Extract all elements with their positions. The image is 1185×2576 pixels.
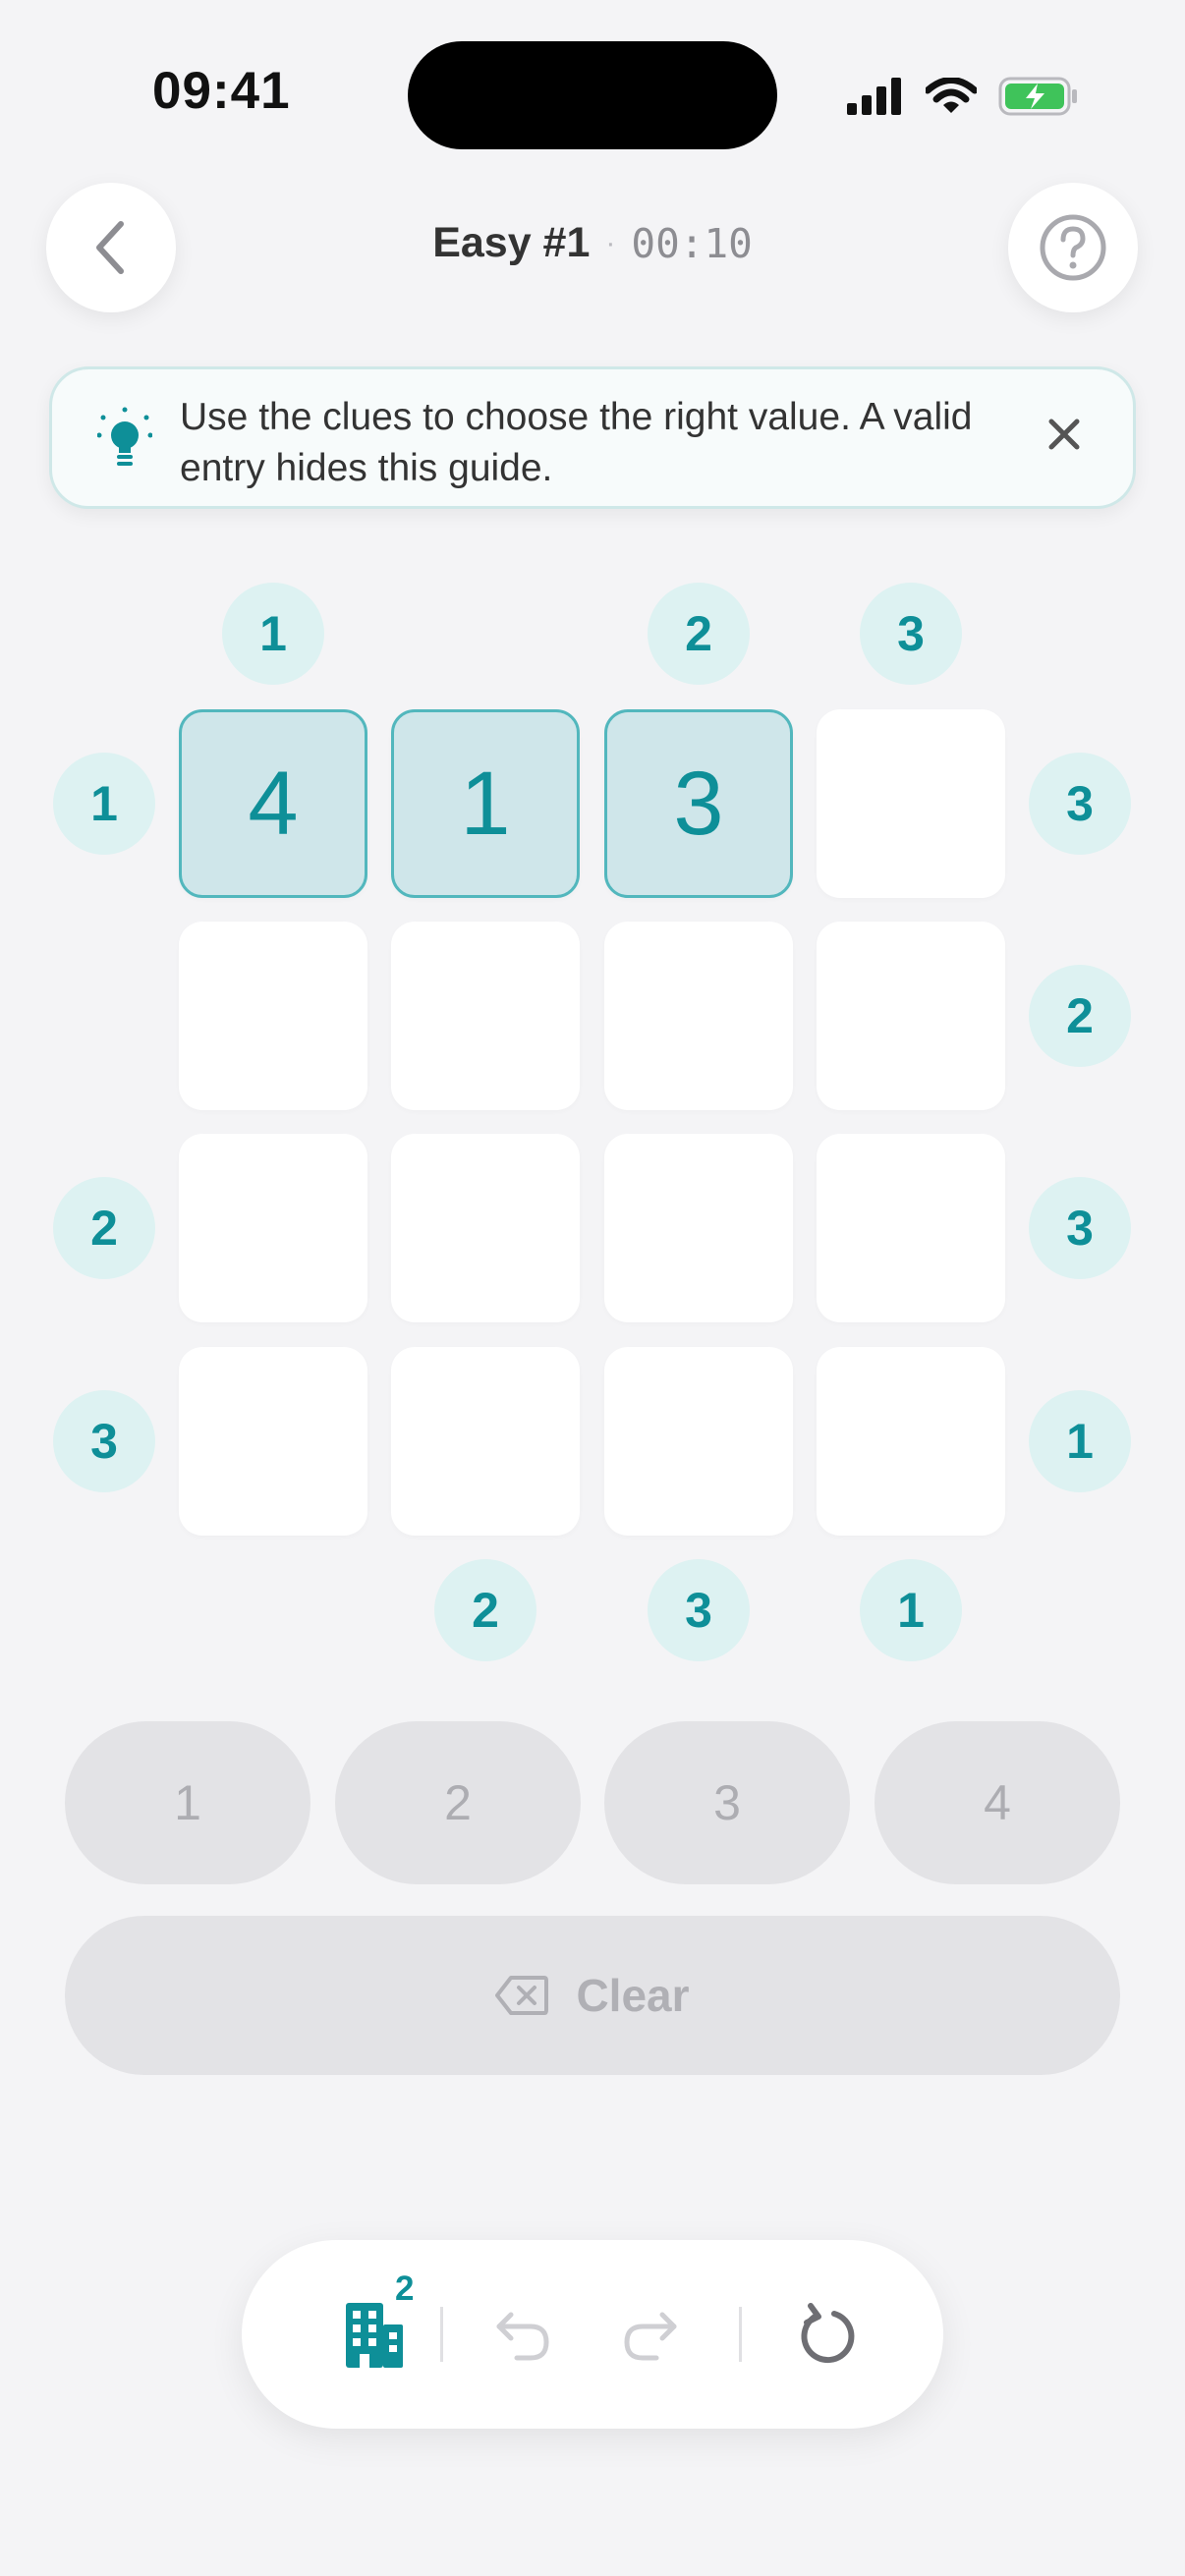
grid-cell[interactable]: 1 bbox=[391, 709, 580, 898]
restart-button[interactable] bbox=[776, 2283, 878, 2385]
number-button[interactable]: 1 bbox=[65, 1721, 310, 1884]
timer: 00:10 bbox=[631, 219, 753, 267]
question-icon bbox=[1040, 214, 1106, 281]
clue-bottom: 3 bbox=[648, 1559, 750, 1661]
grid-cell[interactable] bbox=[817, 709, 1005, 898]
status-icons bbox=[847, 77, 1079, 116]
backspace-icon bbox=[495, 1976, 549, 2015]
dynamic-island bbox=[408, 41, 777, 149]
buildings-button[interactable]: 2 bbox=[320, 2269, 428, 2389]
grid-cell[interactable] bbox=[391, 1347, 580, 1536]
clue-right: 1 bbox=[1029, 1390, 1131, 1492]
help-button[interactable] bbox=[1008, 183, 1138, 312]
hint-text: Use the clues to choose the right value.… bbox=[180, 396, 973, 489]
lightbulb-icon bbox=[97, 407, 152, 466]
title-separator: · bbox=[605, 226, 616, 259]
redo-icon bbox=[624, 2312, 677, 2361]
battery-charging-icon bbox=[998, 77, 1077, 116]
toolbar-divider bbox=[440, 2307, 443, 2362]
clue-top: 1 bbox=[222, 583, 324, 685]
clear-label: Clear bbox=[576, 1970, 690, 2021]
number-button[interactable]: 3 bbox=[604, 1721, 850, 1884]
buildings-icon bbox=[346, 2303, 403, 2368]
grid-cell[interactable] bbox=[604, 1134, 793, 1322]
grid-cell[interactable] bbox=[391, 922, 580, 1110]
clue-left: 2 bbox=[53, 1177, 155, 1279]
bottom-toolbar: 2 bbox=[242, 2240, 943, 2429]
clue-right: 2 bbox=[1029, 965, 1131, 1067]
clue-left: 1 bbox=[53, 753, 155, 855]
clue-top: 2 bbox=[648, 583, 750, 685]
grid-cell[interactable] bbox=[604, 922, 793, 1110]
hint-banner: Use the clues to choose the right value.… bbox=[49, 366, 1136, 509]
redo-button[interactable] bbox=[601, 2285, 700, 2383]
grid-cell[interactable]: 3 bbox=[604, 709, 793, 898]
grid-cell[interactable] bbox=[817, 922, 1005, 1110]
toolbar-divider bbox=[739, 2307, 742, 2362]
grid-cell[interactable] bbox=[391, 1134, 580, 1322]
clue-top: 3 bbox=[860, 583, 962, 685]
undo-icon bbox=[496, 2312, 549, 2361]
buildings-badge: 2 bbox=[395, 2269, 415, 2308]
grid-cell[interactable] bbox=[817, 1134, 1005, 1322]
signal-icon bbox=[847, 78, 901, 115]
restart-icon bbox=[801, 2303, 855, 2364]
status-time: 09:41 bbox=[152, 62, 291, 120]
undo-button[interactable] bbox=[474, 2285, 572, 2383]
number-button[interactable]: 4 bbox=[875, 1721, 1120, 1884]
clue-right: 3 bbox=[1029, 1177, 1131, 1279]
grid-cell[interactable] bbox=[179, 1134, 367, 1322]
clue-bottom: 1 bbox=[860, 1559, 962, 1661]
puzzle-title: Easy #1 bbox=[432, 219, 591, 266]
grid-cell[interactable] bbox=[179, 1347, 367, 1536]
grid-cell[interactable] bbox=[817, 1347, 1005, 1536]
clue-right: 3 bbox=[1029, 753, 1131, 855]
clue-bottom: 2 bbox=[434, 1559, 536, 1661]
clear-button[interactable]: Clear bbox=[65, 1916, 1120, 2075]
close-icon[interactable] bbox=[1046, 417, 1082, 452]
grid-cell[interactable] bbox=[179, 922, 367, 1110]
grid-cell[interactable] bbox=[604, 1347, 793, 1536]
number-button[interactable]: 2 bbox=[335, 1721, 581, 1884]
grid-cell[interactable]: 4 bbox=[179, 709, 367, 898]
wifi-icon bbox=[926, 78, 977, 113]
clue-left: 3 bbox=[53, 1390, 155, 1492]
